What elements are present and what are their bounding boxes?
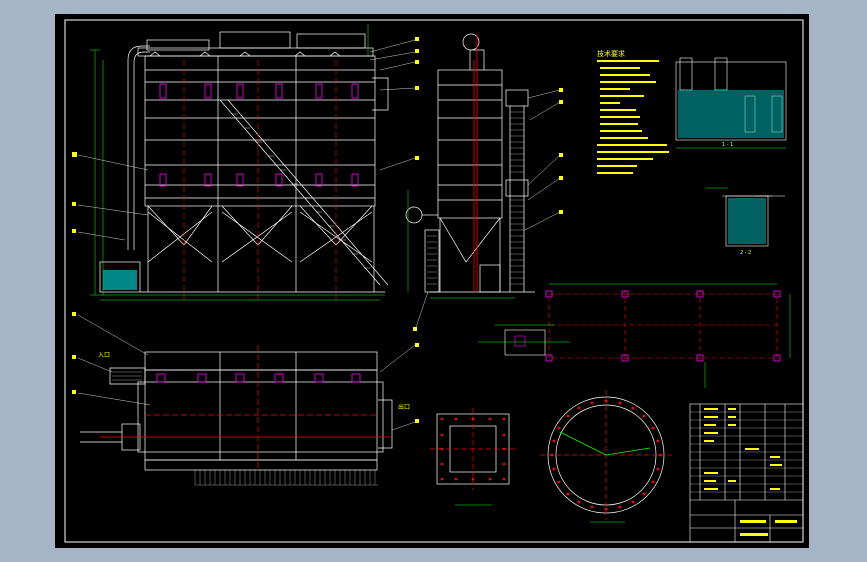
stair-treads	[232, 113, 370, 269]
foundation-plan	[548, 290, 778, 362]
section-label-2: 2 - 2	[740, 250, 752, 256]
notes-text-bars	[597, 60, 669, 174]
title-block-entries	[704, 408, 797, 536]
plan-centerlines	[100, 345, 392, 470]
detail-2-fill	[728, 198, 766, 244]
balloon-marks	[72, 37, 563, 423]
side-ladder	[427, 111, 524, 285]
cad-drawing	[64, 19, 804, 543]
plan-gratings	[112, 371, 378, 486]
side-dimensions	[407, 190, 515, 299]
notes-title: 技术要求	[597, 50, 625, 58]
section-label-1: 1 - 1	[722, 142, 734, 148]
foundation-pads	[545, 290, 781, 362]
foundation-dims	[549, 283, 791, 388]
front-elevation	[99, 31, 389, 293]
inlet-label: 入口	[98, 352, 111, 359]
side-centerline	[473, 34, 478, 292]
anchor-detail	[478, 324, 570, 356]
plan-leaders	[77, 314, 416, 431]
front-centerlines	[183, 60, 337, 300]
plan-view	[80, 351, 393, 471]
water-tank	[103, 270, 137, 290]
plan-openings	[156, 373, 361, 383]
side-leaders	[414, 89, 561, 331]
detail-1-fill	[678, 90, 784, 138]
front-openings	[159, 83, 359, 187]
outlet-label: 出口	[398, 404, 411, 411]
round-flange	[540, 390, 672, 520]
side-elevation	[405, 33, 535, 293]
